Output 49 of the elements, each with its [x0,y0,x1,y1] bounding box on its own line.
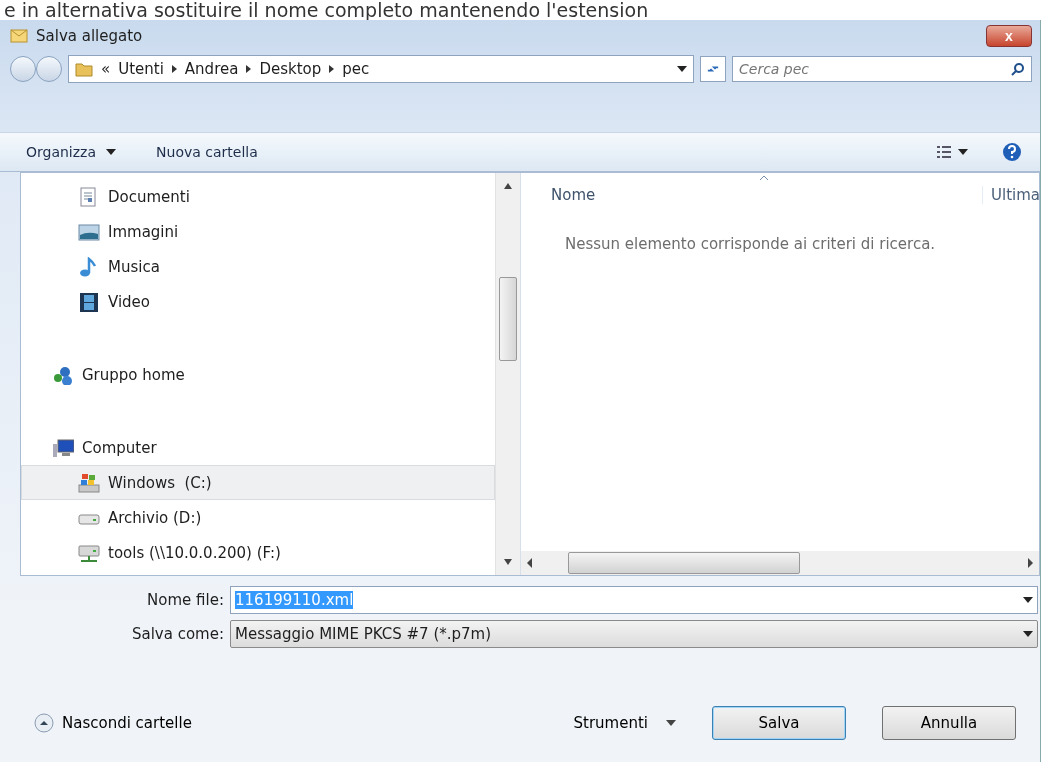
field-label: Salva come: [130,625,224,643]
file-type-dropdown[interactable]: Messaggio MIME PKCS #7 (*.p7m) [230,620,1038,648]
hide-folders-button[interactable]: Nascondi cartelle [34,713,192,733]
column-header[interactable]: Ultima [982,186,1039,204]
dropdown-icon[interactable] [677,66,687,72]
picture-icon [78,221,100,242]
new-folder-button[interactable]: Nuova cartella [156,140,258,164]
view-list-icon [936,145,952,159]
address-bar[interactable]: « Utenti Andrea Desktop pec [68,55,694,83]
people-group-icon [52,364,74,385]
nav-item[interactable]: Computer [21,430,495,465]
collapse-up-icon [34,713,54,733]
nav-item[interactable]: Windows (C:) [21,465,495,500]
film-icon [78,291,100,312]
help-icon [1002,142,1022,162]
window-title: Salva allegato [36,27,143,45]
dialog-button[interactable]: Annulla [882,706,1016,740]
windows-drive-icon [78,472,100,493]
tools-button[interactable]: Strumenti [567,713,682,733]
nav-item[interactable]: Documenti [21,179,495,214]
nav-item[interactable]: Archivio (D:) [21,500,495,535]
forward-button[interactable] [36,56,62,82]
scrollbar-thumb[interactable] [499,277,517,361]
folder-icon [75,61,93,77]
back-button[interactable] [10,56,36,82]
search-icon [1011,62,1025,76]
nav-item[interactable]: tools (\\10.0.0.200) (F:) [21,535,495,570]
breadcrumb-item[interactable]: pec [342,60,370,78]
scrollbar-thumb[interactable] [568,552,800,574]
search-field[interactable]: Cerca pec [732,56,1032,82]
nav-item[interactable]: Musica [21,249,495,284]
nav-item[interactable]: Immagini [21,214,495,249]
nav-item[interactable]: Gruppo home [21,357,495,392]
dialog-button[interactable]: Salva [712,706,846,740]
computer-icon [52,437,74,458]
refresh-button[interactable] [700,56,726,82]
envelope-icon [10,29,28,43]
breadcrumb-item[interactable]: Andrea [184,60,239,78]
empty-message: Nessun elemento corrisponde ai criteri di ricerca. [564,234,937,253]
field-label: Nome file: [146,591,224,609]
breadcrumb-item[interactable]: Utenti [118,60,164,78]
horizontal-scrollbar[interactable] [521,551,1039,575]
breadcrumb-item[interactable]: Desktop [259,60,322,78]
vertical-scrollbar[interactable] [495,173,520,575]
column-header[interactable]: Nome [551,186,596,204]
nav-item[interactable]: Video [21,284,495,319]
organize-button[interactable]: Organizza [26,140,117,164]
overflow-chevron[interactable]: « [101,60,111,78]
network-drive-icon [78,542,100,563]
